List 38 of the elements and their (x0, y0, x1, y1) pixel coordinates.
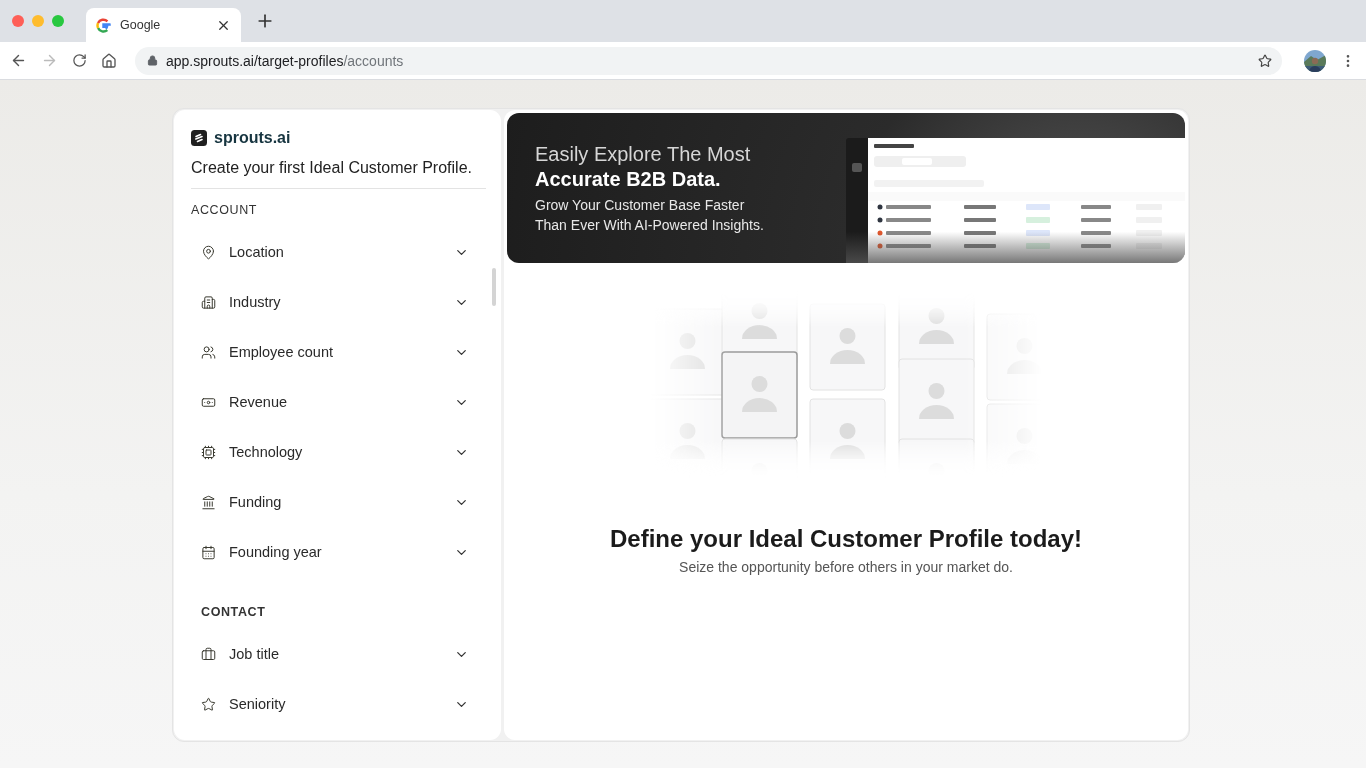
filter-item[interactable]: Job title (191, 629, 486, 679)
chip-icon (201, 444, 216, 460)
section-heading: ACCOUNT (191, 203, 258, 217)
empty-state-subtitle: Seize the opportunity before others in your market do. (679, 559, 1013, 575)
section-heading: CONTACT (201, 605, 267, 619)
address-field[interactable]: app.sprouts.ai/target-profiles/accounts (135, 46, 1282, 75)
empty-state-title: Define your Ideal Customer Profile today! (609, 525, 1083, 553)
tagline: Create your first Ideal Customer Profile. (191, 159, 486, 189)
sprouts-logo-icon (191, 130, 207, 146)
filter-item[interactable]: Revenue (191, 377, 486, 427)
filter-item[interactable]: Location (191, 227, 486, 277)
filter-item[interactable]: Founding year (191, 527, 486, 577)
briefcase-icon (201, 646, 216, 662)
banner-heading: Easily Explore The Most (535, 143, 752, 166)
people-icon (201, 344, 216, 360)
filter-item[interactable]: Funding (191, 477, 486, 527)
banner-heading-bold: Accurate B2B Data. (535, 168, 722, 191)
filter-item[interactable]: Technology (191, 427, 486, 477)
star-icon[interactable] (1258, 53, 1272, 68)
pin-icon (201, 244, 216, 260)
tab-title: Google (120, 18, 162, 32)
filter-item[interactable]: Seniority (191, 679, 486, 729)
filter-item[interactable]: Industry (191, 277, 486, 327)
star-icon (201, 696, 216, 712)
banner-text: Than Ever With AI-Powered Insights. (535, 216, 764, 235)
browser-tab[interactable]: Google (86, 8, 241, 42)
bank-icon (201, 494, 216, 510)
reload-icon[interactable] (72, 53, 87, 68)
brand-name: sprouts.ai (214, 129, 291, 147)
scrollbar-thumb[interactable] (492, 268, 496, 306)
home-icon[interactable] (101, 52, 117, 69)
lock-icon (147, 55, 158, 66)
banner-text: Grow Your Customer Base Faster (535, 196, 746, 215)
calendar-icon (201, 544, 216, 560)
building-icon (201, 294, 216, 310)
back-icon[interactable] (10, 52, 27, 69)
filter-item[interactable]: Employee count (191, 327, 486, 377)
g-logo-icon (96, 17, 111, 33)
